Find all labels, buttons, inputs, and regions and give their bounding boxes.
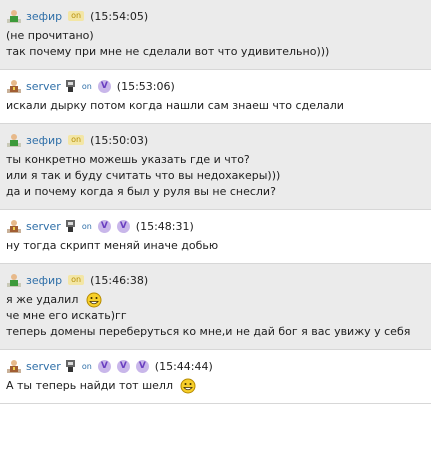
status-badge: on bbox=[81, 361, 92, 371]
message-header: зефир on (15:54:05) bbox=[0, 7, 431, 25]
message-line: да и почему когда я был у руля вы не сне… bbox=[6, 185, 276, 198]
message-body: А ты теперь найди тот шелл bbox=[0, 378, 431, 394]
green-person-icon bbox=[7, 10, 21, 23]
message-body: я же удалил че мне его искать)гг теперь … bbox=[0, 292, 431, 340]
chat-message: server on V V V (15:44:44) А ты теперь н… bbox=[0, 350, 431, 404]
mini-figure-icon bbox=[65, 360, 75, 372]
v-badge-icon: V bbox=[97, 219, 111, 233]
timestamp: (15:54:05) bbox=[90, 9, 149, 23]
message-line: ну тогда скрипт меняй иначе добью bbox=[6, 239, 219, 252]
green-person-icon bbox=[7, 274, 21, 287]
message-line: А ты теперь найди тот шелл bbox=[6, 378, 431, 394]
message-text: А ты теперь найди тот шелл bbox=[6, 379, 173, 392]
chat-message: зефир on (15:46:38) я же удалил че мне е… bbox=[0, 264, 431, 350]
green-person-icon bbox=[7, 134, 21, 147]
sender-name[interactable]: server bbox=[26, 80, 61, 93]
chat-message: зефир on (15:54:05) (не прочитано) так п… bbox=[0, 0, 431, 70]
medal-person-icon bbox=[7, 360, 21, 373]
v-badge-icon: V bbox=[116, 359, 130, 373]
message-body: ты конкретно можешь указать где и что? и… bbox=[0, 152, 431, 200]
timestamp: (15:53:06) bbox=[116, 79, 175, 93]
message-body: ну тогда скрипт меняй иначе добью bbox=[0, 238, 431, 254]
message-header: server on V V V (15:44:44) bbox=[0, 357, 431, 375]
timestamp: (15:50:03) bbox=[90, 133, 149, 147]
chat-message: server on V (15:53:06) искали дырку пото… bbox=[0, 70, 431, 124]
mini-figure-icon bbox=[65, 80, 75, 92]
chat-log: зефир on (15:54:05) (не прочитано) так п… bbox=[0, 0, 431, 404]
message-body: (не прочитано) так почему при мне не сде… bbox=[0, 28, 431, 60]
message-header: зефир on (15:46:38) bbox=[0, 271, 431, 289]
sender-name[interactable]: зефир bbox=[26, 274, 62, 287]
sender-name[interactable]: server bbox=[26, 360, 61, 373]
sender-name[interactable]: зефир bbox=[26, 10, 62, 23]
grin-smiley-icon bbox=[86, 292, 102, 308]
v-badge-icon: V bbox=[135, 359, 149, 373]
message-body: искали дырку потом когда нашли сам знаеш… bbox=[0, 98, 431, 114]
message-header: server on V V (15:48:31) bbox=[0, 217, 431, 235]
v-badge-icon: V bbox=[97, 359, 111, 373]
message-line: че мне его искать)гг bbox=[6, 309, 127, 322]
message-header: server on V (15:53:06) bbox=[0, 77, 431, 95]
v-badge-icon: V bbox=[116, 219, 130, 233]
timestamp: (15:48:31) bbox=[135, 219, 194, 233]
status-badge: on bbox=[68, 11, 85, 21]
chat-message: зефир on (15:50:03) ты конкретно можешь … bbox=[0, 124, 431, 210]
message-line: или я так и буду считать что вы недохаке… bbox=[6, 169, 281, 182]
medal-person-icon bbox=[7, 80, 21, 93]
message-line: ты конкретно можешь указать где и что? bbox=[6, 153, 250, 166]
mini-figure-icon bbox=[65, 220, 75, 232]
sender-name[interactable]: server bbox=[26, 220, 61, 233]
chat-message: server on V V (15:48:31) ну тогда скрипт… bbox=[0, 210, 431, 264]
message-line: искали дырку потом когда нашли сам знаеш… bbox=[6, 99, 344, 112]
timestamp: (15:44:44) bbox=[154, 359, 213, 373]
status-badge: on bbox=[81, 221, 92, 231]
message-line: теперь домены переберуться ко мне,и не д… bbox=[6, 325, 411, 338]
status-badge: on bbox=[68, 135, 85, 145]
status-badge: on bbox=[68, 275, 85, 285]
medal-person-icon bbox=[7, 220, 21, 233]
status-badge: on bbox=[81, 81, 92, 91]
v-badge-icon: V bbox=[97, 79, 111, 93]
timestamp: (15:46:38) bbox=[90, 273, 149, 287]
message-line: (не прочитано) bbox=[6, 29, 94, 42]
message-line: я же удалил bbox=[6, 292, 431, 308]
sender-name[interactable]: зефир bbox=[26, 134, 62, 147]
message-text: я же удалил bbox=[6, 293, 79, 306]
message-header: зефир on (15:50:03) bbox=[0, 131, 431, 149]
grin-smiley-icon bbox=[180, 378, 196, 394]
message-line: так почему при мне не сделали вот что уд… bbox=[6, 45, 330, 58]
